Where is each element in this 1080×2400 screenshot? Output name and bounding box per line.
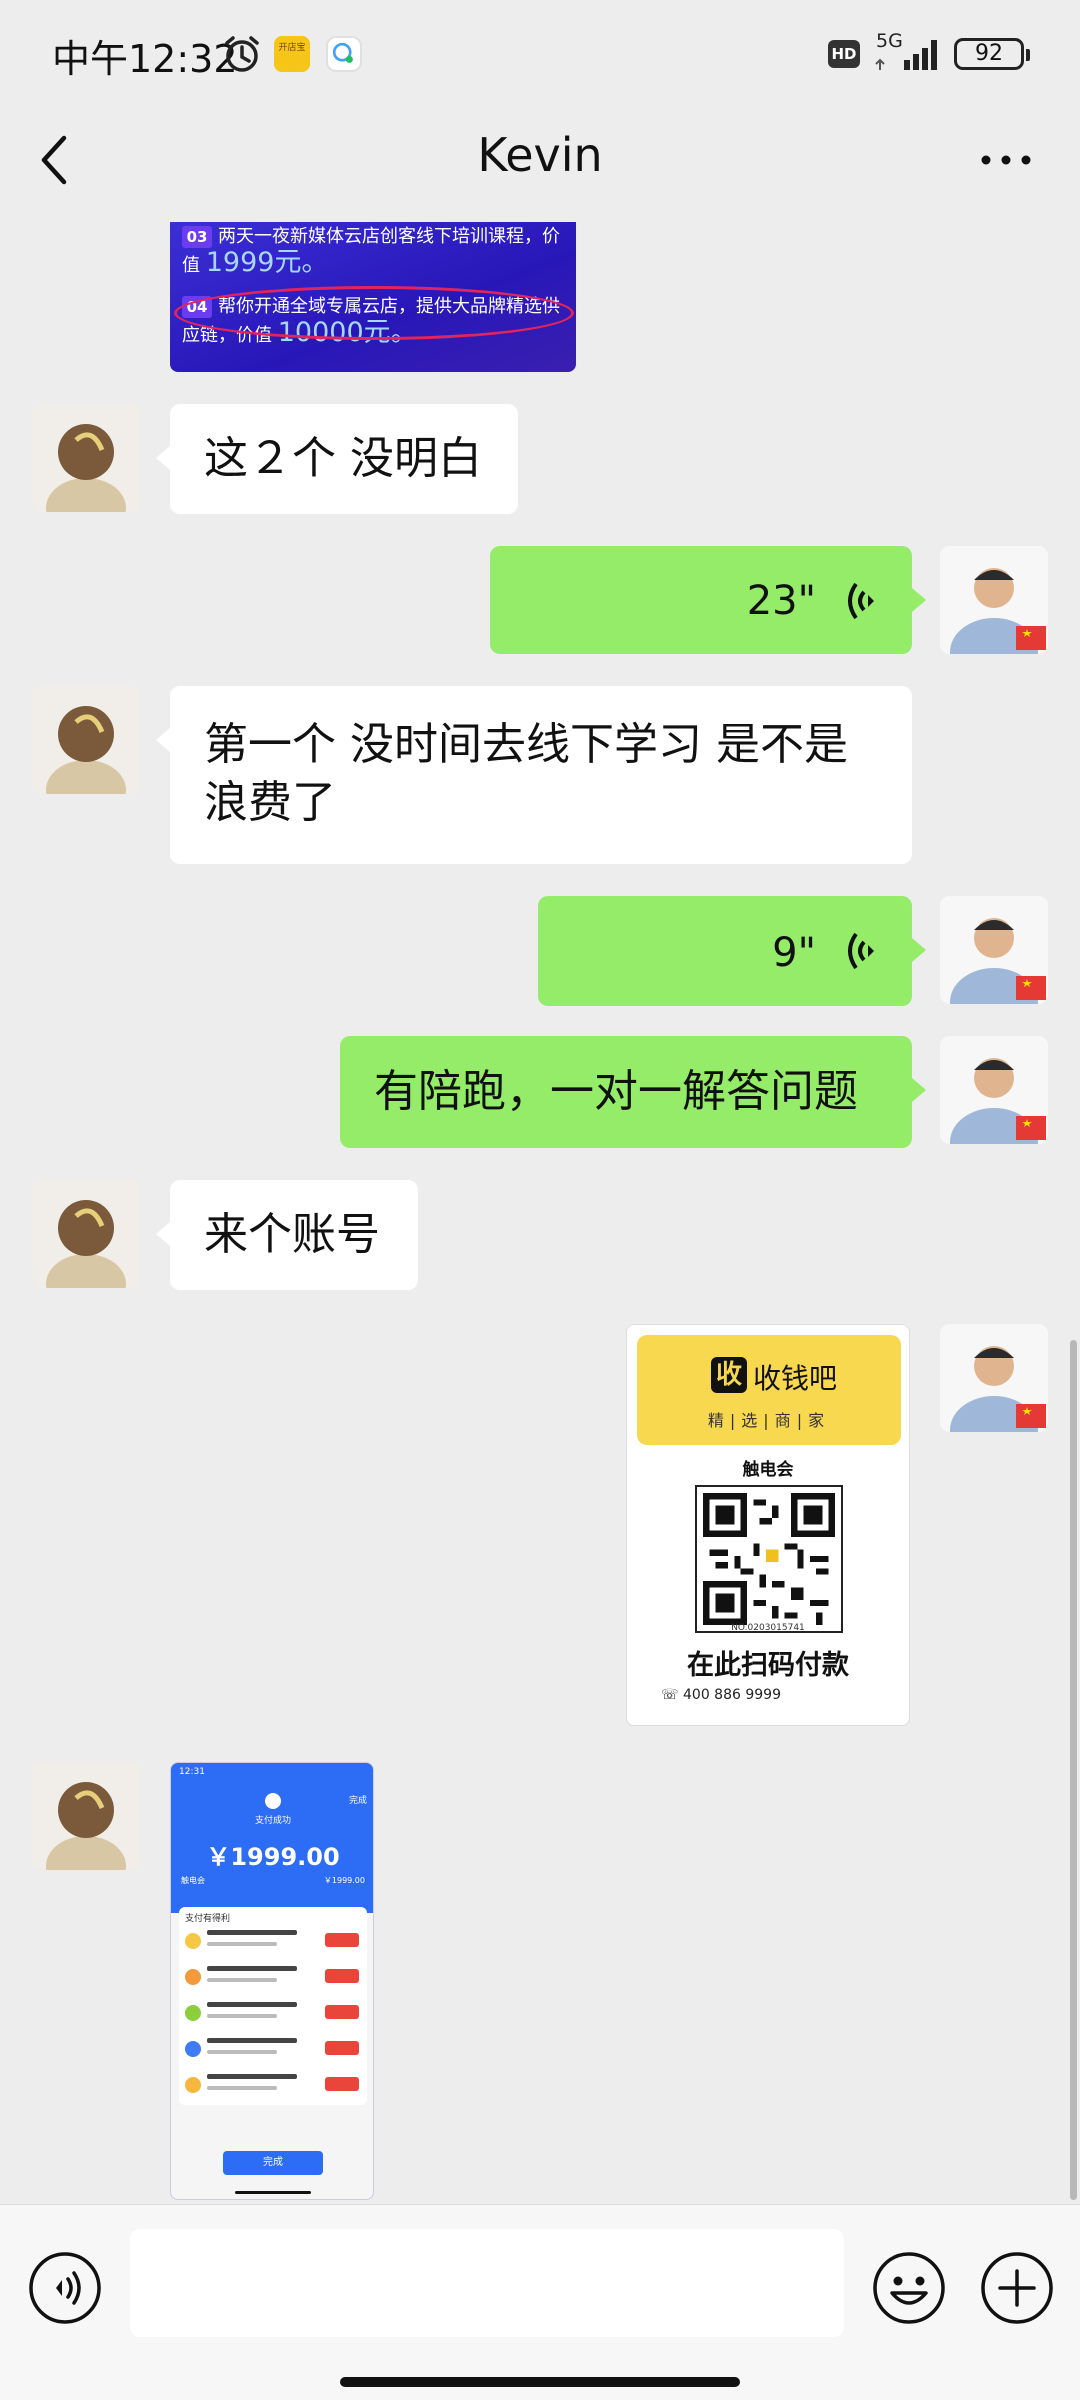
system-home-indicator[interactable] (340, 2377, 740, 2387)
message-text: 第一个 没时间去线下学习 是不是浪费了 (204, 719, 848, 828)
payment-time: 12:31 (179, 1767, 205, 1777)
payment-benefits-list: 支付有得利 (179, 1907, 367, 2105)
promo-row-03: 03 两天一夜新媒体云店创客线下培训课程，价值 1999元。 (182, 224, 566, 279)
contact-avatar[interactable] (32, 1180, 140, 1288)
payment-merchant-amount: ￥1999.00 (323, 1876, 365, 1885)
qr-tagline: 精|选|商|家 (707, 1411, 831, 1430)
list-item-icon (185, 2041, 201, 2057)
payment-done-label: 完成 (348, 1796, 367, 1806)
voice-wave-icon (848, 932, 874, 970)
contact-avatar[interactable] (32, 404, 140, 512)
qr-code (695, 1485, 843, 1633)
input-bar (0, 2204, 1080, 2400)
my-avatar[interactable] (940, 896, 1048, 1004)
plus-icon[interactable] (978, 2249, 1056, 2327)
voice-duration: 9" (772, 930, 816, 976)
voice-duration: 23" (746, 578, 816, 624)
message-bubble-sent[interactable]: 有陪跑，一对一解答问题 (340, 1036, 926, 1148)
qr-phone-number: 400 886 9999 (683, 1687, 781, 1703)
payment-list-title: 支付有得利 (185, 1914, 231, 1924)
promo-row-number: 03 (182, 226, 212, 248)
check-icon (265, 1793, 281, 1809)
qr-merchant-name: 触电会 (742, 1460, 794, 1480)
payment-finish-button: 完成 (223, 2151, 323, 2175)
voice-input-icon[interactable] (26, 2249, 104, 2327)
list-item-icon (185, 1969, 201, 1985)
battery-indicator: 92 (954, 38, 1030, 70)
payment-header: 12:31 完成 支付成功 ￥1999.00 触电会 ￥1999.00 (171, 1763, 373, 1913)
signal-icon (875, 40, 937, 70)
voice-message-sent[interactable]: 23" (490, 546, 926, 654)
hd-badge: HD (828, 40, 860, 68)
promo-row-price: 1999元。 (205, 247, 329, 278)
qr-brand-name: 收钱吧 (753, 1362, 838, 1395)
qr-code-id: NO.0203015741 (731, 1623, 805, 1633)
promo-image-message[interactable]: 03 两天一夜新媒体云店创客线下培训课程，价值 1999元。 04 帮你开通全域专属… (170, 222, 576, 372)
message-input[interactable] (130, 2229, 844, 2337)
message-bubble-received[interactable]: 第一个 没时间去线下学习 是不是浪费了 (156, 686, 912, 864)
list-item-button (325, 2005, 359, 2019)
home-indicator (235, 2191, 311, 2194)
list-item (185, 2071, 361, 2101)
message-bubble-received[interactable]: 来个账号 (156, 1180, 418, 1290)
payment-merchant: 触电会 (181, 1876, 205, 1885)
list-item-button (325, 2041, 359, 2055)
list-item-button (325, 2077, 359, 2091)
my-avatar[interactable] (940, 1324, 1048, 1432)
chat-title: Kevin (477, 128, 603, 182)
message-text: 有陪跑，一对一解答问题 (374, 1066, 858, 1117)
list-item (185, 1927, 361, 1957)
status-time: 中午12:32 (52, 37, 238, 81)
qr-card-header: 收 收钱吧 精|选|商|家 (637, 1335, 901, 1445)
payment-amount: ￥1999.00 (206, 1843, 340, 1871)
highlight-circle (174, 286, 574, 340)
list-item (185, 1999, 361, 2029)
scrollbar[interactable] (1070, 1340, 1077, 2200)
voice-message-sent[interactable]: 9" (538, 896, 926, 1006)
alarm-icon (225, 36, 259, 72)
message-bubble-received[interactable]: 这２个 没明白 (156, 404, 518, 514)
my-avatar[interactable] (940, 1036, 1048, 1144)
list-item-icon (185, 1933, 201, 1949)
notification-app-icon: 开店宝 (274, 36, 310, 72)
emoji-icon[interactable] (870, 2249, 948, 2327)
phone-icon: ☏ (661, 1687, 679, 1703)
status-bar: 中午12:32 开店宝 HD 5G 92 (0, 0, 1080, 100)
payment-status: 支付成功 (254, 1816, 291, 1826)
list-item-button (325, 1933, 359, 1947)
contact-avatar[interactable] (32, 1762, 140, 1870)
message-text: 这２个 没明白 (204, 433, 482, 484)
more-icon[interactable] (976, 140, 1036, 180)
qr-pay-instruction: 在此扫码付款 (687, 1650, 849, 1681)
qr-payment-image[interactable]: 收 收钱吧 精|选|商|家 触电会 NO.0203015741 在此扫码付款 ☏… (626, 1324, 910, 1726)
chat-header: Kevin (0, 100, 1080, 220)
voice-wave-icon (848, 582, 874, 620)
message-text: 来个账号 (204, 1209, 380, 1260)
list-item-icon (185, 2005, 201, 2021)
payment-screenshot-image[interactable]: 12:31 完成 支付成功 ￥1999.00 触电会 ￥1999.00 支付有得… (170, 1762, 374, 2200)
notification-chat-icon (326, 36, 362, 72)
list-item (185, 1963, 361, 1993)
list-item-button (325, 1969, 359, 1983)
my-avatar[interactable] (940, 546, 1048, 654)
list-item (185, 2035, 361, 2065)
contact-avatar[interactable] (32, 686, 140, 794)
qr-brand-logo: 收 (711, 1357, 747, 1393)
list-item-icon (185, 2077, 201, 2093)
